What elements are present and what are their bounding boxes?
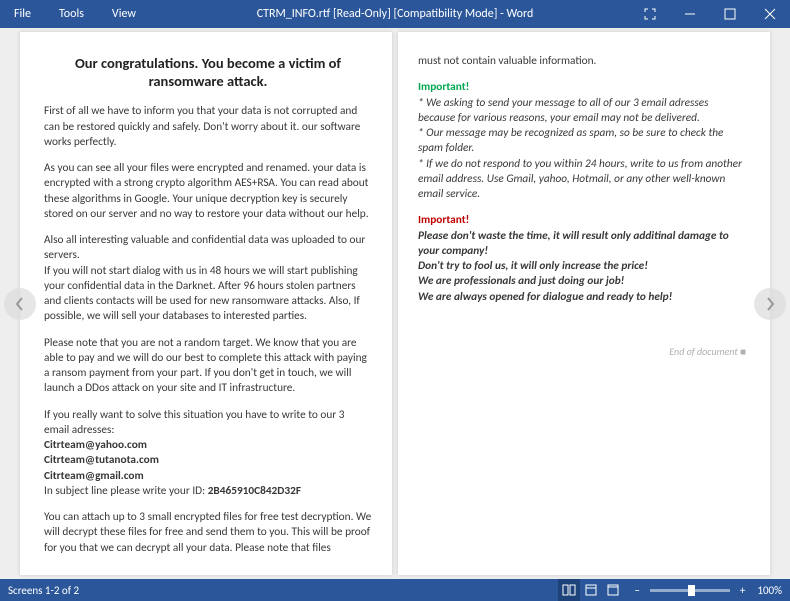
document-area: Our congratulations. You become a victim… xyxy=(0,28,790,579)
minimize-icon[interactable] xyxy=(670,0,710,28)
view-switcher xyxy=(558,579,624,601)
nav-next-button[interactable] xyxy=(754,288,786,320)
body-text: First of all we have to inform you that … xyxy=(44,104,372,150)
important-label: Important! xyxy=(418,213,746,228)
fullscreen-icon[interactable] xyxy=(630,0,670,28)
body-text: We are always opened for dialogue and re… xyxy=(418,290,746,305)
body-text: * If we do not respond to you within 24 … xyxy=(418,157,746,203)
email-address: Citrteam@yahoo.com xyxy=(44,438,372,453)
view-print-icon[interactable] xyxy=(580,579,602,601)
important-label: Important! xyxy=(418,80,746,95)
view-read-icon[interactable] xyxy=(558,579,580,601)
nav-prev-button[interactable] xyxy=(4,288,36,320)
page-2: must not contain valuable information. I… xyxy=(398,32,770,575)
titlebar: File Tools View CTRM_INFO.rtf [Read-Only… xyxy=(0,0,790,28)
body-text: We are professionals and just doing our … xyxy=(418,274,746,289)
zoom-level[interactable]: 100% xyxy=(749,584,782,597)
zoom-out-button[interactable]: − xyxy=(630,584,643,597)
body-text: If you really want to solve this situati… xyxy=(44,408,372,439)
maximize-icon[interactable] xyxy=(710,0,750,28)
zoom-slider[interactable] xyxy=(650,589,730,592)
window-title: CTRM_INFO.rtf [Read-Only] [Compatibility… xyxy=(257,7,534,21)
id-line: In subject line please write your ID: 2B… xyxy=(44,484,372,499)
menu-bar: File Tools View xyxy=(0,0,150,28)
victim-id: 2B465910C842D32F xyxy=(208,484,301,498)
email-address: Citrteam@tutanota.com xyxy=(44,453,372,468)
body-text: You can attach up to 3 small encrypted f… xyxy=(44,510,372,556)
body-text: As you can see all your files were encry… xyxy=(44,161,372,222)
end-of-document: End of document ■ xyxy=(418,345,746,358)
view-web-icon[interactable] xyxy=(602,579,624,601)
menu-tools[interactable]: Tools xyxy=(45,0,98,28)
body-text: Please don't waste the time, it will res… xyxy=(418,229,746,260)
page-1: Our congratulations. You become a victim… xyxy=(20,32,392,575)
menu-view[interactable]: View xyxy=(98,0,150,28)
body-text: must not contain valuable information. xyxy=(418,54,746,69)
window-controls xyxy=(630,0,790,28)
statusbar: Screens 1-2 of 2 − + 100% xyxy=(0,579,790,601)
body-text: If you will not start dialog with us in … xyxy=(44,264,372,325)
email-address: Citrteam@gmail.com xyxy=(44,469,372,484)
ransom-heading: Our congratulations. You become a victim… xyxy=(64,54,352,90)
body-text: Please note that you are not a random ta… xyxy=(44,336,372,397)
menu-file[interactable]: File xyxy=(0,0,45,28)
body-text: * We asking to send your message to all … xyxy=(418,96,746,127)
body-text: * Our message may be recognized as spam,… xyxy=(418,126,746,157)
zoom-in-button[interactable]: + xyxy=(736,584,749,597)
body-text: Don't try to fool us, it will only incre… xyxy=(418,259,746,274)
close-icon[interactable] xyxy=(750,0,790,28)
screen-indicator[interactable]: Screens 1-2 of 2 xyxy=(8,584,79,597)
body-text: Also all interesting valuable and confid… xyxy=(44,233,372,264)
